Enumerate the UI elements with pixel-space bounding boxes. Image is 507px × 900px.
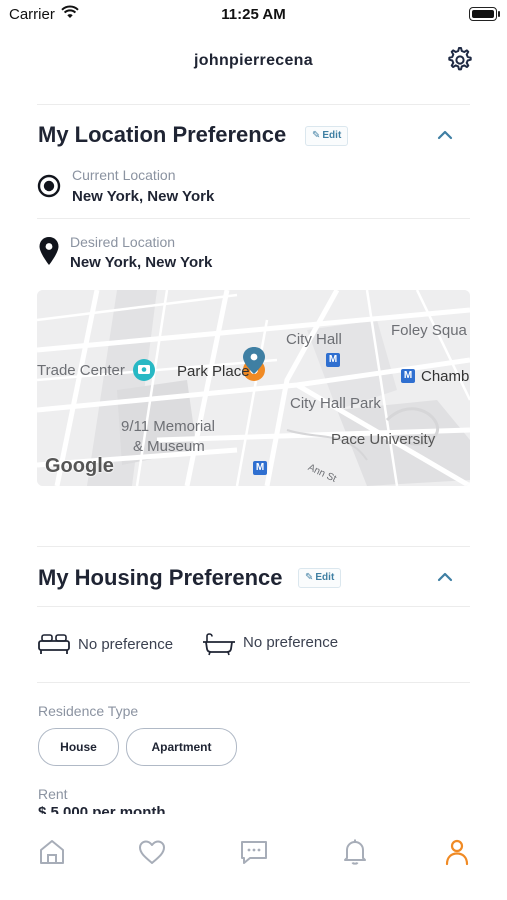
rent-value: $ 5,000 per month — [38, 806, 166, 814]
gear-icon[interactable] — [446, 46, 474, 74]
location-section-title: My Location Preference — [38, 122, 287, 147]
battery-icon — [469, 7, 500, 21]
divider — [37, 104, 470, 105]
pencil-icon: ✎ — [312, 130, 321, 141]
chat-icon[interactable] — [239, 837, 269, 867]
current-location-label: Current Location — [72, 167, 176, 183]
map-label: 9/11 Memorial — [121, 418, 215, 435]
desired-location-label: Desired Location — [70, 234, 176, 250]
map-label: City Hall — [286, 331, 342, 348]
heart-icon[interactable] — [137, 837, 167, 867]
map-pin-icon — [39, 237, 59, 265]
clock: 11:25 AM — [221, 6, 286, 23]
map-label: & Museum — [133, 438, 205, 455]
bathroom-preference-value: No preference — [243, 634, 339, 651]
bottom-tab-bar — [0, 815, 507, 900]
map-label: Pace University — [331, 431, 436, 448]
map-label: Foley Squa — [391, 322, 467, 339]
current-location-row[interactable]: Current Location New York, New York — [37, 165, 470, 217]
residence-chip-apartment[interactable]: Apartment — [126, 728, 237, 766]
profile-icon[interactable] — [442, 837, 472, 867]
metro-icon: M — [253, 461, 267, 475]
radio-selected-icon — [37, 174, 61, 198]
bed-icon — [38, 634, 70, 654]
divider — [37, 546, 470, 547]
desired-location-value: New York, New York — [70, 254, 213, 271]
map-label: City Hall Park — [290, 395, 381, 412]
divider — [37, 682, 470, 683]
chevron-up-icon[interactable] — [436, 128, 454, 142]
current-location-value: New York, New York — [72, 188, 215, 205]
bedroom-preference-value: No preference — [78, 636, 174, 653]
metro-icon: M — [326, 353, 340, 367]
bell-icon[interactable] — [340, 837, 370, 867]
map-label: Chamb — [421, 368, 470, 385]
rent-label: Rent — [38, 786, 68, 802]
home-icon[interactable] — [37, 837, 67, 867]
edit-label: Edit — [322, 130, 342, 141]
username-title: johnpierrecena — [194, 52, 313, 69]
map-label: Park Place — [177, 363, 250, 380]
chevron-up-icon[interactable] — [436, 570, 454, 584]
divider — [37, 218, 470, 219]
housing-edit-button[interactable]: ✎ Edit — [298, 568, 342, 588]
status-bar: Carrier 11:25 AM — [0, 0, 507, 28]
residence-chip-house[interactable]: House — [38, 728, 119, 766]
pencil-icon: ✎ — [305, 572, 314, 583]
profile-header: johnpierrecena — [0, 40, 507, 80]
location-map[interactable]: Trade Center Park Place City Hall Foley … — [37, 290, 470, 486]
desired-location-row[interactable]: Desired Location New York, New York — [37, 232, 470, 284]
edit-label: Edit — [315, 572, 335, 583]
map-label: Trade Center — [37, 362, 125, 379]
housing-section-title: My Housing Preference — [38, 565, 283, 590]
bedroom-preference[interactable]: No preference — [37, 632, 187, 656]
bathroom-preference[interactable]: No preference — [201, 632, 361, 656]
google-logo: Google — [45, 455, 114, 477]
bathtub-icon — [203, 633, 235, 656]
location-edit-button[interactable]: ✎ Edit — [305, 126, 349, 146]
metro-icon: M — [401, 369, 415, 383]
divider — [37, 606, 470, 607]
residence-type-label: Residence Type — [38, 703, 139, 719]
